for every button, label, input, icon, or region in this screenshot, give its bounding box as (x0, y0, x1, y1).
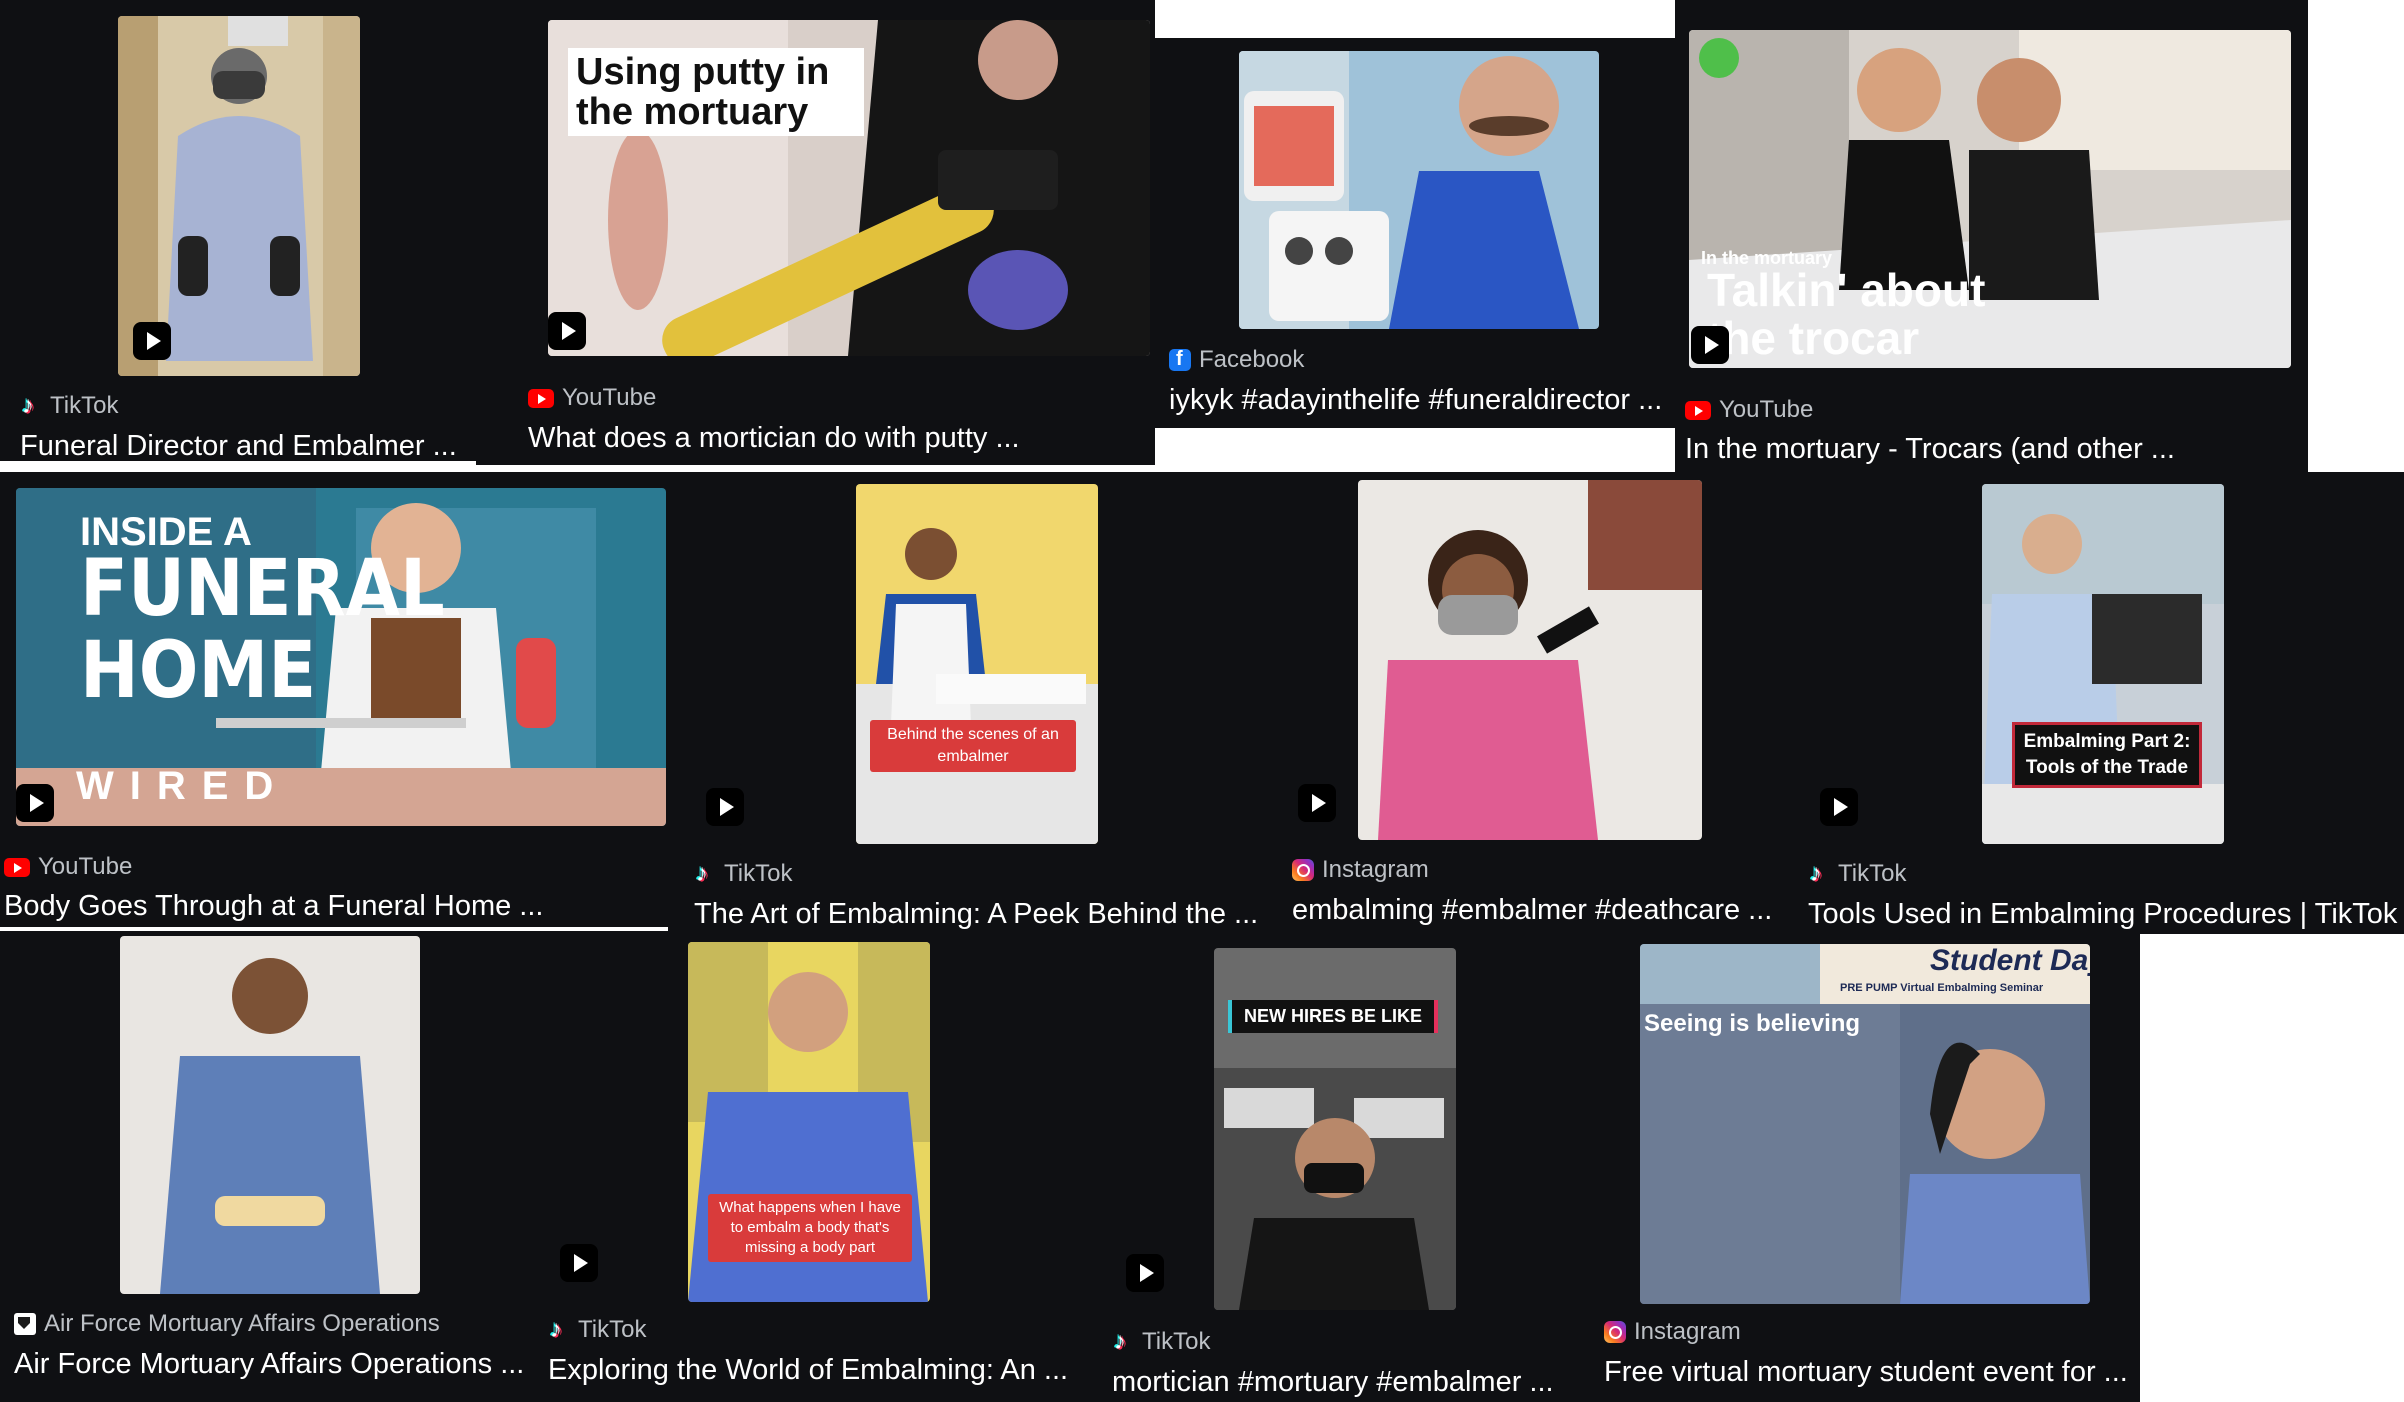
tiktok-icon (20, 392, 42, 420)
result-card[interactable]: Behind the scenes of an embalmer TikTok … (684, 480, 1268, 932)
result-card[interactable]: Student Day PRE PUMP Virtual Embalming S… (1590, 940, 2140, 1402)
result-source[interactable]: Instagram (1292, 856, 1429, 884)
tiktok-icon (1112, 1328, 1134, 1356)
play-icon[interactable] (560, 1244, 598, 1282)
thumbnail-image[interactable]: Embalming Part 2: Tools of the Trade (1982, 484, 2224, 844)
result-title[interactable]: Air Force Mortuary Affairs Operations ..… (14, 1348, 524, 1381)
tiktok-icon (1808, 860, 1830, 888)
divider (0, 461, 476, 465)
facebook-icon (1169, 348, 1191, 371)
result-source[interactable]: YouTube (1685, 396, 1813, 424)
result-card[interactable]: Embalming Part 2: Tools of the Trade Tik… (1800, 480, 2404, 932)
source-label: Instagram (1634, 1318, 1741, 1345)
result-card[interactable]: TikTok Funeral Director and Embalmer ... (0, 0, 476, 465)
source-label: YouTube (562, 384, 657, 411)
play-icon[interactable] (1126, 1254, 1164, 1292)
thumbnail-image[interactable]: INSIDE A FUNERAL HOME WIRED (16, 488, 666, 826)
result-title[interactable]: Free virtual mortuary student event for … (1604, 1356, 2128, 1389)
shield-icon (14, 1313, 36, 1335)
instagram-icon (1292, 859, 1314, 881)
overlay-subtext: PRE PUMP Virtual Embalming Seminar (1840, 982, 2044, 994)
result-title[interactable]: Funeral Director and Embalmer ... (20, 430, 457, 463)
youtube-icon (4, 857, 30, 877)
result-title[interactable]: embalming #embalmer #deathcare ... (1292, 894, 1772, 927)
result-card[interactable]: INSIDE A FUNERAL HOME WIRED YouTube Body… (0, 480, 668, 932)
result-title[interactable]: What does a mortician do with putty ... (528, 422, 1020, 455)
result-source[interactable]: Facebook (1169, 346, 1304, 374)
source-label: TikTok (50, 392, 119, 419)
row1-panel-b (1155, 0, 1675, 38)
thumbnail-image[interactable]: Behind the scenes of an embalmer (856, 484, 1098, 844)
thumbnail-image[interactable]: Using putty in the mortuary (548, 20, 1150, 356)
result-source[interactable]: Air Force Mortuary Affairs Operations (14, 1310, 440, 1338)
caption-label: What happens when I have to embalm a bod… (708, 1194, 912, 1262)
play-icon[interactable] (706, 788, 744, 826)
source-label: Instagram (1322, 856, 1429, 883)
result-title[interactable]: iykyk #adayinthelife #funeraldirector ..… (1169, 384, 1662, 417)
overlay-text: FUNERAL HOME (80, 544, 445, 716)
thumbnail-image[interactable] (120, 936, 420, 1294)
caption-label: Behind the scenes of an embalmer (870, 720, 1076, 772)
source-label: TikTok (1838, 860, 1907, 887)
play-icon[interactable] (1691, 326, 1729, 364)
tiktok-icon (548, 1316, 570, 1344)
overlay-text: Using putty in the mortuary (568, 48, 864, 136)
result-card[interactable]: Facebook iykyk #adayinthelife #funeraldi… (1155, 38, 1675, 428)
source-label: YouTube (1719, 396, 1814, 423)
source-label: TikTok (724, 860, 793, 887)
overlay-text: Student Day (1930, 944, 2090, 977)
instagram-icon (1604, 1321, 1626, 1343)
overlay-text: Talkin' about the trocar (1707, 264, 1986, 364)
play-icon[interactable] (16, 784, 54, 822)
caption-label: Embalming Part 2: Tools of the Trade (2012, 722, 2202, 788)
source-label: TikTok (578, 1316, 647, 1343)
result-card[interactable]: What happens when I have to embalm a bod… (540, 936, 1090, 1402)
result-source[interactable]: YouTube (528, 384, 656, 412)
result-source[interactable]: TikTok (694, 860, 792, 888)
divider (0, 927, 668, 931)
result-source[interactable]: TikTok (1808, 860, 1906, 888)
caption-label: NEW HIRES BE LIKE (1228, 1000, 1439, 1033)
thumbnail-image[interactable] (1239, 51, 1599, 329)
play-icon[interactable] (133, 322, 171, 360)
result-source[interactable]: Instagram (1604, 1318, 1741, 1346)
result-card[interactable]: NEW HIRES BE LIKE TikTok mortician #mort… (1100, 948, 1570, 1402)
thumbnail-image[interactable]: In the mortuary Talkin' about the trocar (1689, 30, 2291, 368)
result-title[interactable]: The Art of Embalming: A Peek Behind the … (694, 898, 1258, 931)
youtube-icon (1685, 400, 1711, 420)
overlay-heading: Seeing is believing (1644, 1010, 1861, 1037)
result-title[interactable]: Tools Used in Embalming Procedures | Tik… (1808, 898, 2397, 931)
result-title[interactable]: Body Goes Through at a Funeral Home ... (4, 890, 543, 923)
source-label: Air Force Mortuary Affairs Operations (44, 1310, 440, 1337)
brand-logo: WIRED (76, 764, 290, 808)
thumbnail-image[interactable] (1358, 480, 1702, 840)
youtube-icon (528, 388, 554, 408)
source-label: YouTube (38, 853, 133, 880)
result-source[interactable]: TikTok (20, 392, 118, 420)
result-card[interactable]: Instagram embalming #embalmer #deathcare… (1282, 480, 1782, 932)
result-card[interactable]: In the mortuary Talkin' about the trocar… (1675, 0, 2308, 472)
result-card[interactable]: Using putty in the mortuary YouTube What… (520, 0, 1155, 465)
thumbnail-image[interactable] (118, 16, 360, 376)
result-title[interactable]: In the mortuary - Trocars (and other ... (1685, 433, 2175, 466)
source-label: TikTok (1142, 1328, 1211, 1355)
thumbnail-image[interactable]: What happens when I have to embalm a bod… (688, 942, 930, 1302)
result-source[interactable]: TikTok (548, 1316, 646, 1344)
tiktok-icon (694, 860, 716, 888)
thumbnail-image[interactable]: NEW HIRES BE LIKE (1214, 948, 1456, 1310)
thumbnail-image[interactable]: Student Day PRE PUMP Virtual Embalming S… (1640, 944, 2090, 1304)
result-title[interactable]: mortician #mortuary #embalmer ... (1112, 1366, 1554, 1399)
result-title[interactable]: Exploring the World of Embalming: An ... (548, 1354, 1068, 1387)
source-label: Facebook (1199, 346, 1305, 373)
result-source[interactable]: TikTok (1112, 1328, 1210, 1356)
play-icon[interactable] (1820, 788, 1858, 826)
result-source[interactable]: YouTube (4, 853, 132, 881)
play-icon[interactable] (1298, 784, 1336, 822)
play-icon[interactable] (548, 312, 586, 350)
result-card[interactable]: Air Force Mortuary Affairs Operations Ai… (0, 936, 528, 1402)
